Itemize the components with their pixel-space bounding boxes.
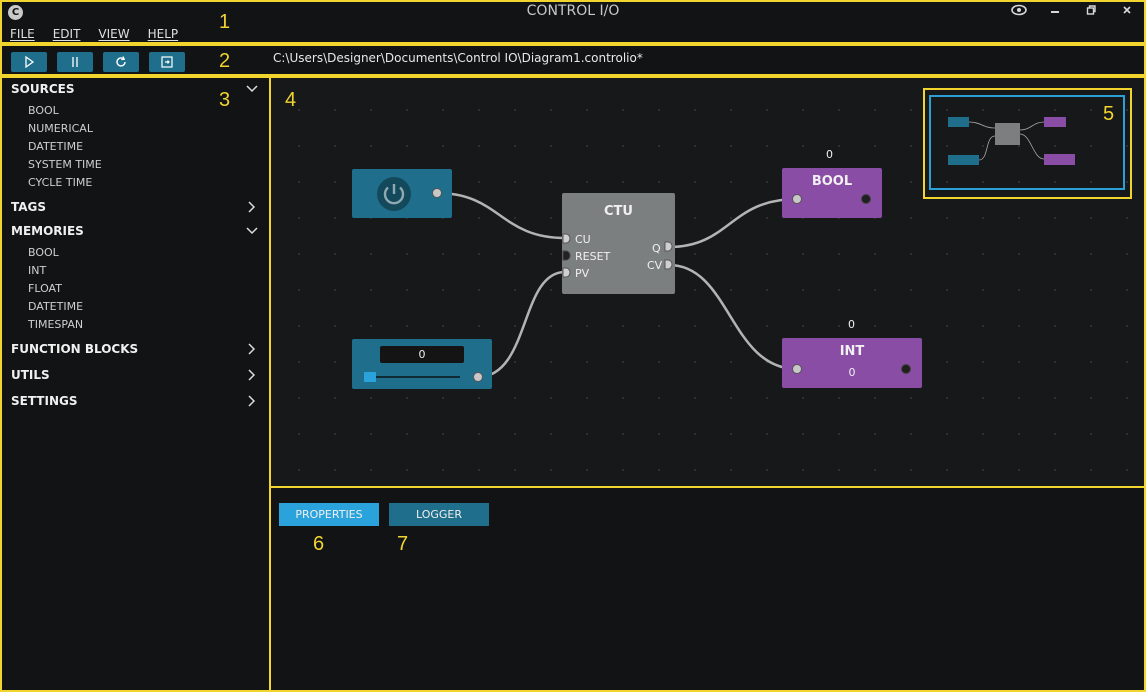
ctu-q-port[interactable]	[664, 241, 673, 252]
numeric-source-output-port[interactable]	[473, 372, 483, 382]
int-memory-input-port[interactable]	[792, 364, 802, 374]
int-memory-title: INT	[839, 344, 865, 359]
ctu-output-cv: CV	[647, 259, 663, 272]
ctu-output-q: Q	[652, 242, 661, 255]
callout-6: 6	[313, 533, 325, 555]
bool-memory-state-indicator	[861, 194, 871, 204]
bool-source-output-port[interactable]	[432, 188, 442, 198]
bool-memory-title: BOOL	[811, 174, 853, 189]
slider-track	[364, 376, 460, 378]
tab-logger[interactable]: LOGGER	[389, 503, 489, 526]
slider-thumb[interactable]	[364, 372, 376, 382]
callout-5: 5	[1103, 103, 1115, 125]
power-icon[interactable]	[374, 174, 414, 214]
ctu-input-cu: CU	[575, 233, 591, 246]
ctu-cv-port[interactable]	[664, 259, 673, 270]
numeric-value-display: 0	[380, 346, 464, 363]
callout-7: 7	[397, 533, 409, 555]
ctu-pv-port[interactable]	[562, 267, 571, 278]
numeric-source-node[interactable]: 0	[352, 339, 492, 389]
ctu-input-reset: RESET	[575, 250, 611, 263]
ctu-input-pv: PV	[575, 267, 590, 280]
bool-memory-input-port[interactable]	[792, 194, 802, 204]
minimap-preview	[948, 117, 1075, 165]
tab-properties[interactable]: PROPERTIES	[279, 503, 379, 526]
bool-memory-value: 0	[826, 148, 833, 161]
ctu-cu-port[interactable]	[562, 233, 571, 244]
int-memory-state-indicator	[901, 364, 911, 374]
ctu-title: CTU	[604, 204, 633, 219]
ctu-reset-port[interactable]	[562, 250, 571, 261]
int-memory-value: 0	[848, 318, 855, 331]
